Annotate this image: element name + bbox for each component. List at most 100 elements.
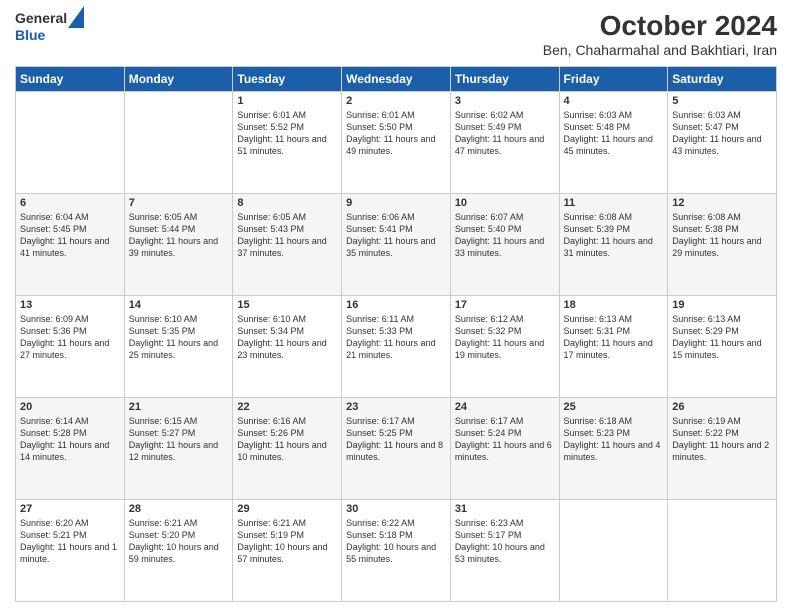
cell-content: Sunrise: 6:08 AMSunset: 5:39 PMDaylight:…	[564, 211, 664, 260]
day-number: 29	[237, 503, 337, 515]
day-number: 26	[672, 401, 772, 413]
cell-content: Sunrise: 6:09 AMSunset: 5:36 PMDaylight:…	[20, 313, 120, 362]
day-number: 6	[20, 197, 120, 209]
cell-content: Sunrise: 6:01 AMSunset: 5:50 PMDaylight:…	[346, 109, 446, 158]
day-number: 12	[672, 197, 772, 209]
calendar-cell: 3Sunrise: 6:02 AMSunset: 5:49 PMDaylight…	[450, 92, 559, 194]
calendar-cell: 20 Sunrise: 6:14 AMSunset: 5:28 PMDayligh…	[16, 398, 125, 500]
cell-content: Sunrise: 6:13 AMSunset: 5:29 PMDaylight:…	[672, 313, 772, 362]
day-number: 10	[455, 197, 555, 209]
calendar: SundayMondayTuesdayWednesdayThursdayFrid…	[15, 66, 777, 602]
calendar-week: 20 Sunrise: 6:14 AMSunset: 5:28 PMDayligh…	[16, 398, 777, 500]
calendar-cell: 18 Sunrise: 6:13 AMSunset: 5:31 PMDayligh…	[559, 296, 668, 398]
cell-content: Sunrise: 6:17 AMSunset: 5:25 PMDaylight:…	[346, 415, 446, 464]
day-number: 31	[455, 503, 555, 515]
cell-content: Sunrise: 6:13 AMSunset: 5:31 PMDaylight:…	[564, 313, 664, 362]
cell-content: Sunrise: 6:14 AMSunset: 5:28 PMDaylight:…	[20, 415, 120, 464]
cell-content: Sunrise: 6:08 AMSunset: 5:38 PMDaylight:…	[672, 211, 772, 260]
calendar-cell	[124, 92, 233, 194]
calendar-cell: 28 Sunrise: 6:21 AMSunset: 5:20 PMDayligh…	[124, 500, 233, 602]
day-number: 22	[237, 401, 337, 413]
calendar-cell: 29 Sunrise: 6:21 AMSunset: 5:19 PMDayligh…	[233, 500, 342, 602]
calendar-cell: 26Sunrise: 6:19 AMSunset: 5:22 PMDayligh…	[668, 398, 777, 500]
day-number: 21	[129, 401, 229, 413]
logo-icon	[68, 6, 84, 28]
calendar-cell: 31 Sunrise: 6:23 AMSunset: 5:17 PMDayligh…	[450, 500, 559, 602]
cell-content: Sunrise: 6:17 AMSunset: 5:24 PMDaylight:…	[455, 415, 555, 464]
calendar-cell: 4 Sunrise: 6:03 AMSunset: 5:48 PMDaylight…	[559, 92, 668, 194]
cell-content: Sunrise: 6:10 AMSunset: 5:35 PMDaylight:…	[129, 313, 229, 362]
day-number: 16	[346, 299, 446, 311]
calendar-cell: 15 Sunrise: 6:10 AMSunset: 5:34 PMDayligh…	[233, 296, 342, 398]
day-number: 27	[20, 503, 120, 515]
cell-content: Sunrise: 6:21 AMSunset: 5:19 PMDaylight:…	[237, 517, 337, 566]
day-header: Thursday	[450, 67, 559, 92]
day-number: 24	[455, 401, 555, 413]
cell-content: Sunrise: 6:21 AMSunset: 5:20 PMDaylight:…	[129, 517, 229, 566]
calendar-cell: 14 Sunrise: 6:10 AMSunset: 5:35 PMDayligh…	[124, 296, 233, 398]
calendar-cell: 13 Sunrise: 6:09 AMSunset: 5:36 PMDayligh…	[16, 296, 125, 398]
day-number: 4	[564, 95, 664, 107]
calendar-header: SundayMondayTuesdayWednesdayThursdayFrid…	[16, 67, 777, 92]
day-header: Friday	[559, 67, 668, 92]
calendar-cell: 8Sunrise: 6:05 AMSunset: 5:43 PMDaylight…	[233, 194, 342, 296]
day-number: 23	[346, 401, 446, 413]
day-number: 2	[346, 95, 446, 107]
day-number: 9	[346, 197, 446, 209]
cell-content: Sunrise: 6:03 AMSunset: 5:47 PMDaylight:…	[672, 109, 772, 158]
calendar-cell: 16 Sunrise: 6:11 AMSunset: 5:33 PMDayligh…	[342, 296, 451, 398]
logo-text: General Blue	[15, 10, 67, 44]
calendar-cell: 11 Sunrise: 6:08 AMSunset: 5:39 PMDayligh…	[559, 194, 668, 296]
day-number: 11	[564, 197, 664, 209]
calendar-cell: 1Sunrise: 6:01 AMSunset: 5:52 PMDaylight…	[233, 92, 342, 194]
cell-content: Sunrise: 6:10 AMSunset: 5:34 PMDaylight:…	[237, 313, 337, 362]
day-number: 30	[346, 503, 446, 515]
calendar-cell	[668, 500, 777, 602]
calendar-week: 27 Sunrise: 6:20 AMSunset: 5:21 PMDayligh…	[16, 500, 777, 602]
day-header: Wednesday	[342, 67, 451, 92]
cell-content: Sunrise: 6:20 AMSunset: 5:21 PMDaylight:…	[20, 517, 120, 566]
cell-content: Sunrise: 6:15 AMSunset: 5:27 PMDaylight:…	[129, 415, 229, 464]
calendar-cell	[16, 92, 125, 194]
day-number: 14	[129, 299, 229, 311]
day-number: 15	[237, 299, 337, 311]
calendar-cell: 7Sunrise: 6:05 AMSunset: 5:44 PMDaylight…	[124, 194, 233, 296]
cell-content: Sunrise: 6:22 AMSunset: 5:18 PMDaylight:…	[346, 517, 446, 566]
day-number: 8	[237, 197, 337, 209]
cell-content: Sunrise: 6:16 AMSunset: 5:26 PMDaylight:…	[237, 415, 337, 464]
cell-content: Sunrise: 6:01 AMSunset: 5:52 PMDaylight:…	[237, 109, 337, 158]
main-title: October 2024	[543, 10, 777, 42]
calendar-week: 6Sunrise: 6:04 AMSunset: 5:45 PMDaylight…	[16, 194, 777, 296]
calendar-cell: 6Sunrise: 6:04 AMSunset: 5:45 PMDaylight…	[16, 194, 125, 296]
cell-content: Sunrise: 6:18 AMSunset: 5:23 PMDaylight:…	[564, 415, 664, 464]
calendar-week: 1Sunrise: 6:01 AMSunset: 5:52 PMDaylight…	[16, 92, 777, 194]
calendar-cell: 23 Sunrise: 6:17 AMSunset: 5:25 PMDayligh…	[342, 398, 451, 500]
calendar-cell: 10 Sunrise: 6:07 AMSunset: 5:40 PMDayligh…	[450, 194, 559, 296]
day-number: 3	[455, 95, 555, 107]
calendar-cell: 30 Sunrise: 6:22 AMSunset: 5:18 PMDayligh…	[342, 500, 451, 602]
day-number: 18	[564, 299, 664, 311]
calendar-cell: 9Sunrise: 6:06 AMSunset: 5:41 PMDaylight…	[342, 194, 451, 296]
cell-content: Sunrise: 6:07 AMSunset: 5:40 PMDaylight:…	[455, 211, 555, 260]
calendar-cell: 19Sunrise: 6:13 AMSunset: 5:29 PMDayligh…	[668, 296, 777, 398]
day-header: Monday	[124, 67, 233, 92]
day-number: 28	[129, 503, 229, 515]
header: General Blue October 2024 Ben, Chaharmah…	[15, 10, 777, 58]
calendar-cell: 2 Sunrise: 6:01 AMSunset: 5:50 PMDaylight…	[342, 92, 451, 194]
day-number: 13	[20, 299, 120, 311]
cell-content: Sunrise: 6:23 AMSunset: 5:17 PMDaylight:…	[455, 517, 555, 566]
day-number: 20	[20, 401, 120, 413]
cell-content: Sunrise: 6:03 AMSunset: 5:48 PMDaylight:…	[564, 109, 664, 158]
calendar-cell: 27 Sunrise: 6:20 AMSunset: 5:21 PMDayligh…	[16, 500, 125, 602]
day-header: Saturday	[668, 67, 777, 92]
cell-content: Sunrise: 6:11 AMSunset: 5:33 PMDaylight:…	[346, 313, 446, 362]
day-header: Sunday	[16, 67, 125, 92]
logo: General Blue	[15, 10, 84, 44]
calendar-cell: 24 Sunrise: 6:17 AMSunset: 5:24 PMDayligh…	[450, 398, 559, 500]
calendar-cell	[559, 500, 668, 602]
day-number: 5	[672, 95, 772, 107]
day-number: 7	[129, 197, 229, 209]
calendar-cell: 22 Sunrise: 6:16 AMSunset: 5:26 PMDayligh…	[233, 398, 342, 500]
calendar-week: 13 Sunrise: 6:09 AMSunset: 5:36 PMDayligh…	[16, 296, 777, 398]
calendar-cell: 25Sunrise: 6:18 AMSunset: 5:23 PMDayligh…	[559, 398, 668, 500]
